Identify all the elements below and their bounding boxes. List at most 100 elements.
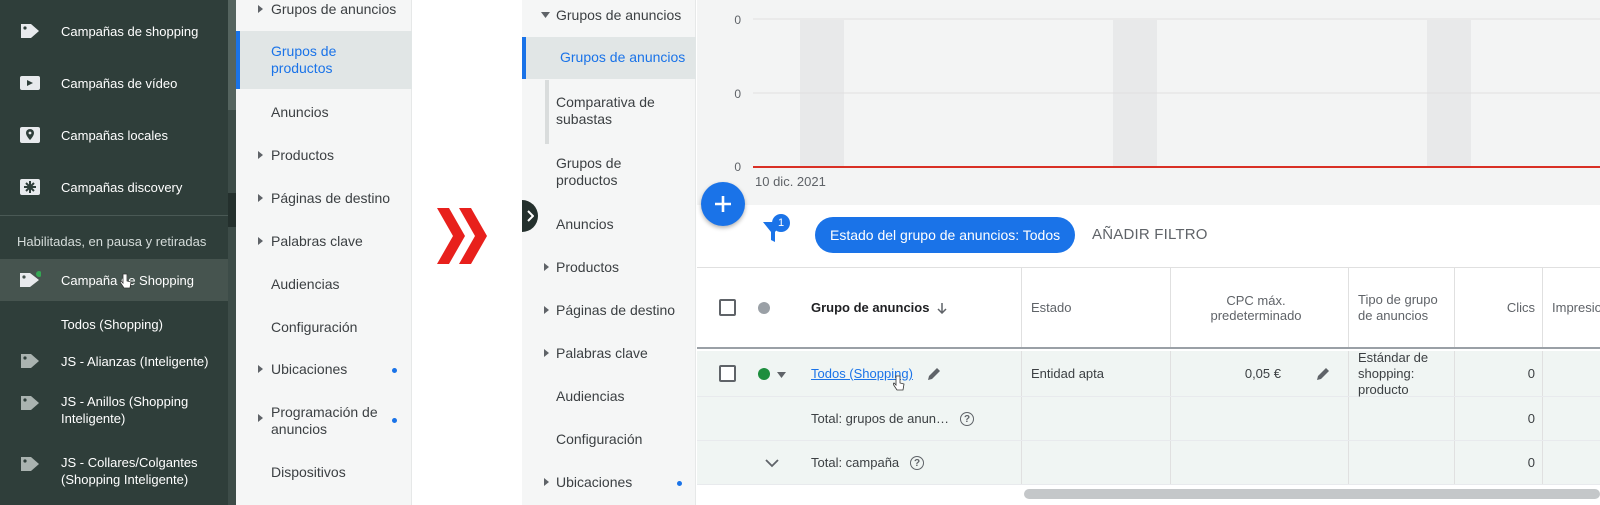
menu-item-settings[interactable]: Configuración — [522, 431, 696, 451]
menu-item-ad-groups[interactable]: Grupos de anuncios — [236, 0, 412, 22]
menu-item-products[interactable]: Productos — [522, 259, 696, 279]
sidebar-item-label: Todos (Shopping) — [61, 316, 163, 332]
column-header-status[interactable]: Estado — [1031, 268, 1161, 347]
menu-item-label: Dispositivos — [271, 464, 346, 480]
sidebar-campaign-anillos[interactable]: JS - Anillos (Shopping Inteligente) — [0, 394, 228, 426]
menu-item-label: Palabras clave — [556, 345, 648, 361]
tag-icon — [19, 455, 41, 473]
chevron-down-icon[interactable] — [765, 459, 779, 468]
column-divider — [1021, 441, 1022, 484]
sidebar-item-label: Campañas locales — [61, 127, 168, 143]
sidebar-adgroup-todos[interactable]: Todos (Shopping) — [0, 313, 228, 335]
y-tick-label: 0 — [734, 160, 741, 174]
filter-chip-status[interactable]: Estado del grupo de anuncios: Todos — [815, 217, 1076, 253]
column-divider — [1542, 397, 1543, 440]
help-icon[interactable]: ? — [960, 412, 974, 426]
add-filter-button[interactable]: AÑADIR FILTRO — [1092, 226, 1208, 243]
sidebar-item-label: JS - Collares/Colgantes (Shopping Inteli… — [61, 455, 198, 487]
menu-item-label: Grupos de anuncios — [271, 1, 397, 17]
clicks-cell: 0 — [1527, 366, 1535, 381]
sidebar-item-shopping[interactable]: Campañas de shopping — [0, 20, 228, 42]
chevron-right-icon — [527, 210, 534, 222]
menu-item-audiences[interactable]: Audiencias — [522, 388, 696, 408]
column-divider — [1542, 268, 1543, 347]
caret-right-icon — [258, 5, 263, 13]
menu-item-label: Productos — [556, 259, 620, 275]
type-cell: Estándar de shopping: producto — [1358, 349, 1429, 397]
sidebar-campaign-alianzas[interactable]: JS - Alianzas (Inteligente) — [0, 350, 228, 372]
menu-item-audiences[interactable]: Audiencias — [236, 276, 412, 296]
sidebar-campaign-collares[interactable]: JS - Collares/Colgantes (Shopping Inteli… — [0, 455, 228, 487]
menu-item-label: Páginas de destino — [556, 302, 676, 318]
column-divider — [1348, 441, 1349, 484]
sidebar-item-label: JS - Anillos (Shopping Inteligente) — [61, 394, 189, 426]
select-all-checkbox[interactable] — [719, 299, 736, 316]
menu-item-products[interactable]: Productos — [236, 147, 412, 167]
x-tick-label: 10 dic. 2021 — [755, 174, 826, 189]
menu-item-keywords[interactable]: Palabras clave — [236, 233, 412, 253]
column-divider — [1348, 351, 1349, 396]
status-cell: Entidad apta — [1031, 366, 1105, 381]
menu-item-locations[interactable]: Ubicaciones — [522, 474, 696, 494]
plus-icon — [715, 196, 731, 212]
edit-pencil-icon[interactable] — [1316, 367, 1330, 381]
column-header-ad-group[interactable]: Grupo de anuncios — [811, 268, 991, 347]
status-enabled-icon[interactable] — [758, 368, 770, 380]
menu-item-locations[interactable]: Ubicaciones — [236, 361, 412, 381]
y-tick-label: 0 — [734, 13, 741, 27]
menu-item-product-groups[interactable]: Grupos de productos — [236, 31, 412, 89]
column-divider — [1021, 268, 1022, 347]
menu-item-landing-pages[interactable]: Páginas de destino — [522, 302, 696, 322]
sidebar-item-discovery[interactable]: Campañas discovery — [0, 176, 228, 198]
menu-item-ad-groups-sub[interactable]: Grupos de anuncios — [522, 37, 696, 79]
column-header-cpc[interactable]: CPC máx. predeterminado — [1171, 268, 1341, 347]
edit-pencil-icon[interactable] — [927, 367, 941, 381]
sidebar-item-local[interactable]: Campañas locales — [0, 124, 228, 146]
menu-item-settings[interactable]: Configuración — [236, 319, 412, 339]
section-label: Habilitadas, en pausa y retiradas — [17, 234, 207, 249]
menu-item-label: Productos — [271, 147, 335, 163]
scrollbar-thumb[interactable] — [228, 0, 236, 110]
caret-right-icon — [258, 151, 263, 159]
sidebar-item-label: JS - Alianzas (Inteligente) — [61, 353, 209, 369]
column-header-type[interactable]: Tipo de grupo de anuncios — [1358, 268, 1454, 347]
menu-item-label: Páginas de destino — [271, 190, 391, 206]
menu-item-label: Grupos de productos — [271, 43, 337, 76]
add-button[interactable] — [701, 182, 745, 226]
horizontal-scrollbar[interactable] — [1024, 489, 1600, 499]
table-row[interactable]: Todos (Shopping) Entidad apta 0,05 € Est… — [697, 349, 1600, 397]
menu-item-label: Palabras clave — [271, 233, 363, 249]
help-icon[interactable]: ? — [910, 456, 924, 470]
hand-cursor-icon — [120, 273, 132, 289]
menu-item-label: Ubicaciones — [556, 474, 633, 490]
page-menu-expanded: Grupos de anuncios Grupos de anuncios Co… — [522, 0, 696, 505]
menu-item-label: Anuncios — [271, 104, 329, 120]
menu-item-keywords[interactable]: Palabras clave — [522, 345, 696, 365]
notification-dot — [677, 481, 682, 486]
page-menu: Grupos de anuncios Grupos de productos A… — [236, 0, 412, 505]
column-header-impressions[interactable]: Impresio — [1552, 268, 1600, 347]
menu-item-devices[interactable]: Dispositivos — [236, 464, 412, 484]
menu-item-landing-pages[interactable]: Páginas de destino — [236, 190, 412, 210]
sidebar-scrollbar[interactable] — [228, 0, 236, 505]
caret-right-icon — [258, 414, 263, 422]
column-header-clicks[interactable]: Clics — [1455, 268, 1535, 347]
menu-item-label: Configuración — [271, 319, 358, 335]
menu-item-ads[interactable]: Anuncios — [522, 216, 696, 236]
menu-item-ad-groups-expanded[interactable]: Grupos de anuncios — [522, 7, 696, 27]
menu-item-ads[interactable]: Anuncios — [236, 104, 412, 124]
menu-item-label: Configuración — [556, 431, 643, 447]
caret-right-icon — [544, 306, 549, 314]
total-row-campaign: Total: campaña ? 0 — [697, 441, 1600, 485]
sidebar-item-video[interactable]: Campañas de vídeo — [0, 72, 228, 94]
menu-item-label: Programación de anuncios — [271, 404, 378, 437]
row-checkbox[interactable] — [719, 365, 736, 382]
caret-down-icon — [541, 12, 550, 18]
table-header: Grupo de anuncios Estado CPC máx. predet… — [697, 268, 1600, 349]
menu-item-ad-schedule[interactable]: Programación de anuncios — [236, 404, 412, 444]
column-divider — [1021, 397, 1022, 440]
menu-item-product-groups[interactable]: Grupos de productos — [522, 155, 696, 195]
sidebar-item-label: Campañas discovery — [61, 179, 183, 195]
caret-down-icon[interactable] — [777, 372, 786, 378]
sidebar-campaign-shopping[interactable]: Campaña de Shopping — [0, 259, 228, 301]
